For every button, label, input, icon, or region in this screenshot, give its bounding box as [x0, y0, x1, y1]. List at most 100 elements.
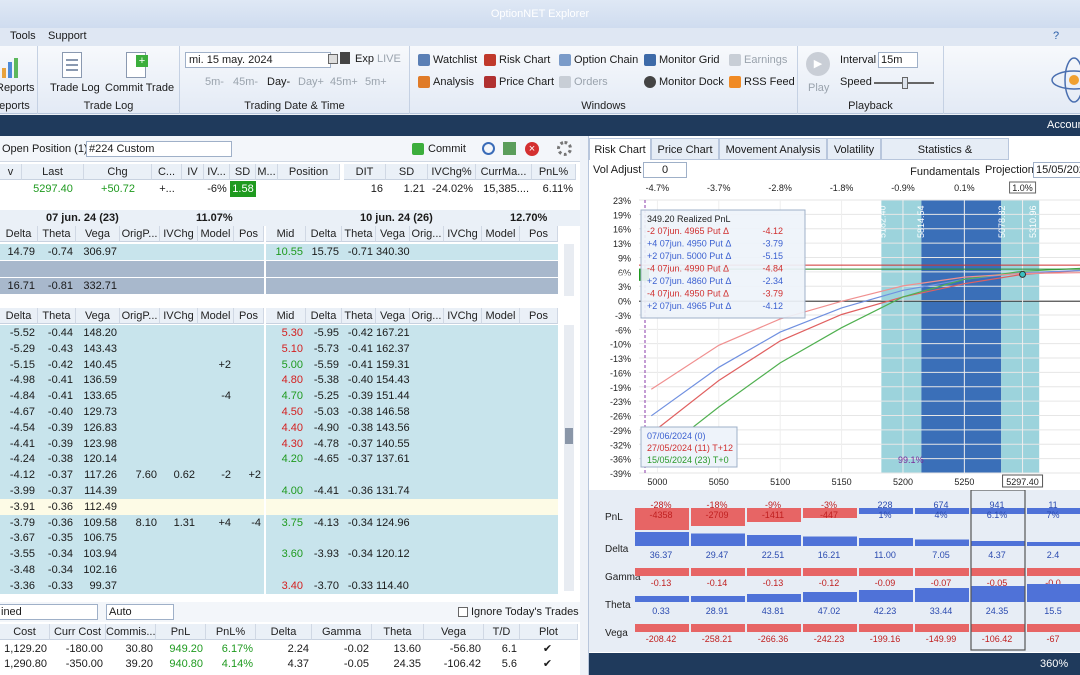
chain-header-cell[interactable]: Mid [266, 226, 306, 242]
chain-header-cell[interactable]: Mid [266, 308, 306, 324]
chain-header-cell[interactable]: Orig... [410, 226, 444, 242]
position-header-cell[interactable]: Chg [84, 164, 152, 180]
position-header-cell[interactable]: v [0, 164, 22, 180]
speed-slider-handle[interactable] [902, 77, 908, 89]
chain-header-cell[interactable]: OrigP... [120, 308, 160, 324]
chain-row[interactable]: -3.48 -0.34 102.16 [0, 562, 580, 578]
chain-row[interactable]: -3.79 -0.36 109.58 8.10 1.31 +4 -4 3.75 -4.13 -0.… [0, 514, 580, 531]
trade-log-icon[interactable] [62, 52, 82, 78]
step-45m-back[interactable]: 45m- [233, 76, 258, 88]
menu-tools[interactable]: Tools [10, 30, 36, 42]
step-45m-forward[interactable]: 45m+ [330, 76, 358, 88]
chain-header-cell[interactable]: IVChg [444, 226, 482, 242]
analysis-button[interactable]: Analysis [418, 76, 474, 88]
chain-row[interactable] [0, 261, 580, 277]
chain-header-cell[interactable]: Pos [234, 226, 264, 242]
lower-scrollbar[interactable] [564, 325, 574, 591]
calendar-icon[interactable] [328, 54, 338, 64]
menu-support[interactable]: Support [48, 30, 87, 42]
chain-header-cell[interactable]: Theta [38, 226, 76, 242]
lower-scrollbar-thumb[interactable] [565, 428, 573, 444]
chain-row[interactable]: -3.36 -0.33 99.37 3.40 -3.70 -0.33 114.40 [0, 577, 580, 594]
plot-checkbox[interactable]: ✔ [520, 656, 578, 672]
trades-header-cell[interactable]: Plot [520, 624, 578, 640]
chain-row[interactable]: -4.84 -0.41 133.65 -4 4.70 -5.25 -0.39 151.44 [0, 388, 580, 405]
option-chain-button[interactable]: Option Chain [559, 54, 638, 66]
chain-row[interactable]: -5.52 -0.44 148.20 5.30 -5.95 -0.42 167.21 [0, 325, 580, 341]
monitor-dock-button[interactable]: Monitor Dock [644, 76, 724, 88]
close-icon[interactable]: × [525, 142, 539, 156]
chain-row[interactable]: -4.98 -0.41 136.59 4.80 -5.38 -0.40 154.43 [0, 372, 580, 389]
top-scrollbar[interactable] [564, 244, 574, 296]
trade-row[interactable]: 1,129.20 -180.00 30.80 949.20 6.17% 2.24 -0.02… [0, 641, 580, 657]
commit-trade-button[interactable]: Commit Trade [105, 82, 174, 94]
summary-header-cell[interactable]: PnL% [532, 164, 576, 180]
position-header-cell[interactable]: SD [230, 164, 256, 180]
trades-header-cell[interactable]: PnL [156, 624, 206, 640]
chain-row[interactable]: 14.79 -0.74 306.97 10.55 15.75 -0.71 340.30 [0, 244, 580, 260]
step-5m-forward[interactable]: 5m+ [365, 76, 387, 88]
trades-header-cell[interactable]: PnL% [206, 624, 256, 640]
chain-row[interactable]: -3.67 -0.35 106.75 [0, 530, 580, 547]
chain-header-cell[interactable]: Theta [38, 308, 76, 324]
position-header-cell[interactable]: M... [256, 164, 278, 180]
trade-row[interactable]: 1,290.80 -350.00 39.20 940.80 4.14% 4.37 -0.05… [0, 656, 580, 672]
commit-button[interactable]: Commit [428, 143, 466, 155]
tab-statistics-fundamentals[interactable]: Statistics & Fundamentals [881, 138, 1009, 178]
chain-header-cell[interactable]: Pos [234, 308, 264, 324]
chain-row[interactable]: -3.91 -0.36 112.49 [0, 498, 580, 515]
chain-row[interactable]: -4.54 -0.39 126.83 4.40 -4.90 -0.38 143.56 [0, 419, 580, 436]
chain-header-cell[interactable]: OrigP... [120, 226, 160, 242]
tab-volatility[interactable]: Volatility [827, 138, 881, 160]
risk-chart[interactable]: 23% 19% 16% 13% 9% 6%3% 0% -3% -6% -10% -13% -16% -1… [589, 180, 1080, 490]
trades-header-cell[interactable]: T/D [484, 624, 520, 640]
trades-header-cell[interactable]: Commis... [106, 624, 156, 640]
commit-trade-icon[interactable]: + [126, 52, 148, 78]
chain-row[interactable]: 16.71 -0.81 332.71 [0, 278, 580, 294]
date-field[interactable]: mi. 15 may. 2024 [185, 52, 331, 68]
rss-feed-button[interactable]: RSS Feed [729, 76, 795, 88]
ignore-today-checkbox[interactable] [458, 607, 468, 617]
chain-row[interactable]: -5.29 -0.43 143.43 5.10 -5.73 -0.41 162.37 [0, 340, 580, 357]
chain-header-cell[interactable]: Delta [0, 226, 38, 242]
position-header-cell[interactable]: Last [22, 164, 84, 180]
chain-row[interactable]: -3.55 -0.34 103.94 3.60 -3.93 -0.34 120.12 [0, 546, 580, 563]
earnings-button[interactable]: Earnings [729, 54, 787, 66]
trades-header-cell[interactable]: Gamma [312, 624, 372, 640]
chain-row[interactable]: -4.12 -0.37 117.26 7.60 0.62 -2 +2 [0, 467, 580, 484]
position-header-cell[interactable]: Position [278, 164, 340, 180]
trades-header-cell[interactable]: Delta [256, 624, 312, 640]
chain-header-cell[interactable]: Vega [376, 308, 410, 324]
price-chart-button[interactable]: Price Chart [484, 76, 554, 88]
chain-header-cell[interactable]: Pos [520, 308, 558, 324]
account-label[interactable]: Accoun [1047, 119, 1080, 131]
chain-header-cell[interactable]: Orig... [410, 308, 444, 324]
live-label[interactable]: LIVE [377, 53, 401, 65]
search-icon[interactable] [482, 142, 495, 155]
tab-price-chart[interactable]: Price Chart [651, 138, 719, 160]
auto-select[interactable]: Auto [106, 604, 174, 620]
summary-header-cell[interactable]: DIT [344, 164, 386, 180]
chain-header-cell[interactable]: Model [482, 226, 520, 242]
interval-select[interactable]: 15m [878, 52, 918, 68]
summary-header-cell[interactable]: SD [386, 164, 428, 180]
chain-header-cell[interactable]: Vega [76, 226, 120, 242]
chain-header-cell[interactable]: Vega [376, 226, 410, 242]
export-icon[interactable] [503, 142, 516, 155]
reports-button[interactable]: Reports [0, 82, 35, 94]
chain-row[interactable]: -5.15 -0.42 140.45 +2 5.00 -5.59 -0.41 159.31 [0, 356, 580, 373]
position-header-cell[interactable]: IV [182, 164, 204, 180]
chain-header-cell[interactable]: Delta [306, 226, 342, 242]
chain-header-cell[interactable]: Theta [342, 226, 376, 242]
chain-header-cell[interactable]: Pos [520, 226, 558, 242]
position-selector[interactable]: #224 Custom [86, 141, 232, 157]
chain-row[interactable]: -4.24 -0.38 120.14 4.20 -4.65 -0.37 137.61 [0, 451, 580, 468]
trades-header-cell[interactable]: Theta [372, 624, 424, 640]
plot-checkbox[interactable]: ✔ [520, 641, 578, 657]
gear-icon[interactable] [557, 141, 572, 156]
summary-header-cell[interactable]: IVChg% [428, 164, 476, 180]
step-day-back[interactable]: Day- [267, 76, 290, 88]
step-5m-back[interactable]: 5m- [205, 76, 224, 88]
zoom-level[interactable]: 360% [1040, 658, 1068, 670]
chain-header-cell[interactable]: Model [198, 226, 234, 242]
